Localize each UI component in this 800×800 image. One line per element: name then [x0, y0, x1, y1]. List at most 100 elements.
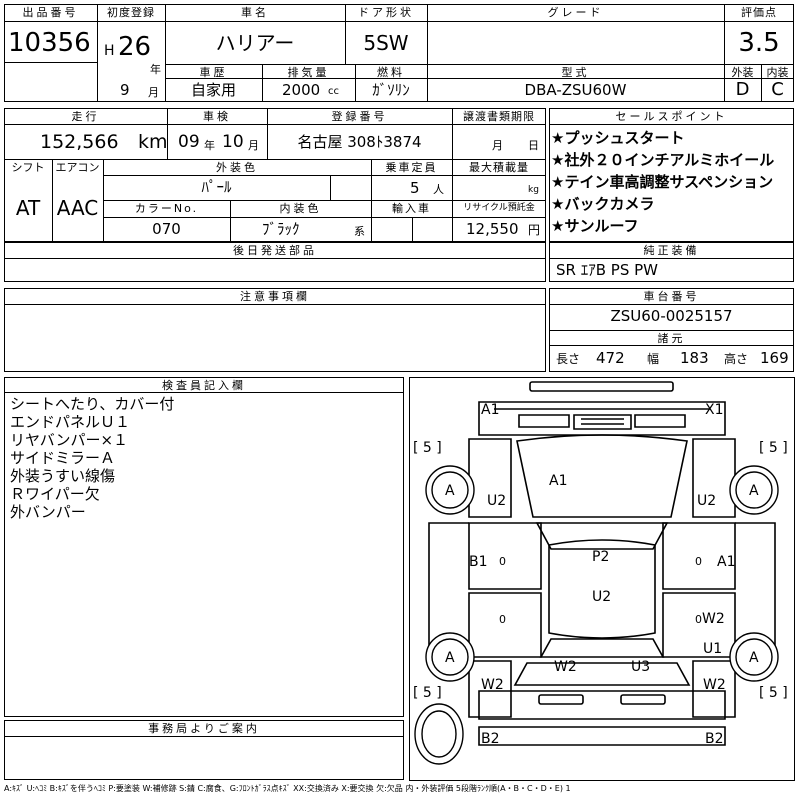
inspection-label: 車検: [203, 110, 231, 123]
reg-year-unit: 年: [150, 63, 161, 76]
width: 183: [680, 349, 709, 367]
height: 169: [760, 349, 789, 367]
sales-point-item: ★サンルーフ: [551, 217, 639, 235]
left-rear-door: 0: [499, 613, 506, 626]
sales-point-item: ★社外２０インチアルミホイール: [551, 151, 775, 169]
reg-year: 26: [118, 32, 152, 62]
office-label: 事務局よりご案内: [148, 722, 260, 735]
fuel: ｶﾞｿﾘﾝ: [372, 81, 410, 99]
damage-tailgate: U3: [631, 659, 650, 675]
inspection-year-unit: 年: [204, 139, 215, 152]
car-name: ハリアー: [215, 31, 295, 55]
ext-color: ﾊﾟｰﾙ: [201, 178, 232, 196]
color-no-label: カラーNo.: [134, 202, 199, 215]
dims-label: 諸元: [657, 332, 686, 345]
inspector-note: サイドミラーＡ: [10, 449, 116, 467]
later-parts-label: 後日発送部品: [233, 244, 317, 257]
chassis-label: 車台番号: [643, 290, 700, 303]
damage-right-front-door: A1: [717, 554, 735, 570]
sales-points-label: セールスポイント: [615, 110, 728, 123]
length-label: 長さ: [556, 352, 581, 366]
score: 3.5: [738, 28, 780, 58]
shift-label: シフト: [11, 161, 45, 174]
recycle-label: リサイクル預託金: [463, 203, 535, 213]
mileage: 152,566: [40, 131, 119, 153]
damage-roof: P2: [592, 549, 609, 565]
transfer-label: 譲渡書類期限: [463, 110, 535, 123]
recycle-unit: 円: [528, 223, 541, 237]
fuel-label: 燃料: [377, 66, 405, 79]
recycle-fee: 12,550: [466, 220, 519, 238]
height-label: 高さ: [724, 352, 749, 366]
inspection-month-unit: 月: [248, 139, 259, 152]
reg-month: 9: [120, 81, 130, 99]
damage-rear-left: B2: [481, 731, 500, 747]
inspector-note: 外バンパー: [10, 503, 86, 521]
damage-rr-wheel: A: [749, 650, 759, 666]
damage-right-quarter-2: W2: [703, 677, 726, 693]
damage-left-quarter: W2: [481, 677, 504, 693]
damage-fl-fender: U2: [487, 493, 506, 509]
inspector-label: 検査員記入欄: [162, 379, 246, 392]
damage-front-left: A1: [481, 402, 499, 418]
load-unit: kg: [528, 185, 539, 195]
displacement-label: 排気量: [287, 66, 330, 79]
inspector-note: エンドパネルＵ１: [10, 413, 131, 431]
lot-number: 10356: [8, 28, 91, 58]
grade-label: グレード: [547, 6, 604, 19]
right-rear-door-mirror: 0: [695, 613, 702, 626]
history: 自家用: [190, 81, 236, 99]
capacity: 5: [410, 179, 420, 197]
displacement: 2000: [282, 81, 321, 99]
first-reg-label: 初度登録: [107, 6, 155, 19]
inspection-month: 10: [222, 132, 244, 152]
tread-left-rear: [ 5 ]: [413, 685, 442, 701]
damage-rear-glass: W2: [554, 659, 577, 675]
inspector-note: 外装うすい線傷: [10, 467, 116, 485]
notes-label: 注意事項欄: [240, 290, 310, 303]
tread-right-rear: [ 5 ]: [759, 685, 788, 701]
car-name-label: 車名: [241, 6, 269, 19]
interior-grade: C: [771, 79, 784, 100]
damage-right-quarter: U1: [703, 641, 722, 657]
door-type: 5SW: [363, 31, 409, 55]
score-label: 評価点: [741, 6, 777, 19]
legend: A:ｷｽﾞ U:ﾍｺﾐ B:ｷｽﾞを伴うﾍｺﾐ P:要塗装 W:補修跡 S:錆 …: [4, 784, 571, 793]
car-outline-diagram: [ 5 ] [ 5 ] [ 5 ] [ 5 ] A1 X1 A1 U2 U2 A…: [409, 377, 795, 781]
length: 472: [596, 349, 625, 367]
exterior-grade: D: [735, 79, 750, 100]
model-label: 型式: [561, 66, 590, 79]
color-no: 070: [152, 220, 181, 238]
chassis-number: ZSU60-0025157: [610, 307, 733, 325]
inspection-year: 09: [178, 132, 200, 152]
reg-month-unit: 月: [148, 86, 159, 99]
import-label: 輸入車: [392, 202, 431, 215]
width-label: 幅: [647, 352, 660, 366]
inspector-note: Ｒワイパー欠: [10, 485, 100, 503]
damage-fr-fender: U2: [697, 493, 716, 509]
damage-hood: A1: [549, 473, 567, 489]
ac: AAC: [56, 196, 99, 220]
inspector-note: シートへたり、カバー付: [10, 395, 175, 413]
interior-label: 内装: [766, 66, 789, 79]
sales-point-item: ★バックカメラ: [551, 195, 655, 213]
inspector-note: リヤバンパー×１: [10, 431, 129, 449]
damage-roof-2: U2: [592, 589, 611, 605]
damage-right-rear-door: W2: [702, 611, 725, 627]
load-label: 最大積載量: [469, 161, 529, 174]
sales-point-item: ★テイン車高調整サスペンション: [551, 173, 774, 191]
transfer-day-unit: 日: [528, 139, 539, 152]
plate-number: 名古屋 308ﾄ3874: [297, 133, 422, 151]
tread-right-front: [ 5 ]: [759, 440, 788, 456]
model: DBA-ZSU60W: [524, 81, 627, 99]
history-label: 車歴: [199, 66, 228, 79]
mirror-left: 0: [499, 555, 506, 568]
lot-label: 出品番号: [22, 6, 79, 19]
damage-diagram: [ 5 ] [ 5 ] [ 5 ] [ 5 ] A1 X1 A1 U2 U2 A…: [409, 377, 795, 781]
era: H: [104, 43, 115, 59]
capacity-label: 乗車定員: [385, 161, 438, 174]
shift: AT: [15, 196, 41, 220]
capacity-unit: 人: [433, 183, 444, 196]
exterior-label: 外装: [731, 66, 754, 79]
mileage-unit: km: [138, 131, 168, 153]
